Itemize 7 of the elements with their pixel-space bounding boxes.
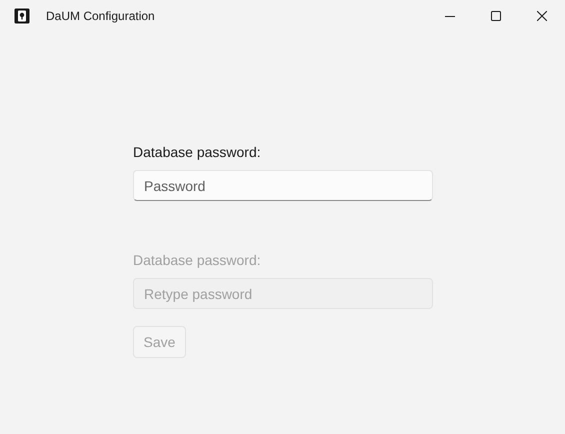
window-title: DaUM Configuration bbox=[46, 8, 155, 25]
close-icon bbox=[537, 11, 547, 21]
maximize-icon bbox=[491, 11, 501, 21]
app-icon bbox=[14, 8, 30, 24]
field-label: Database password: bbox=[133, 143, 262, 161]
field-label: Database password: bbox=[133, 251, 262, 269]
password-field[interactable]: Password bbox=[133, 170, 433, 201]
